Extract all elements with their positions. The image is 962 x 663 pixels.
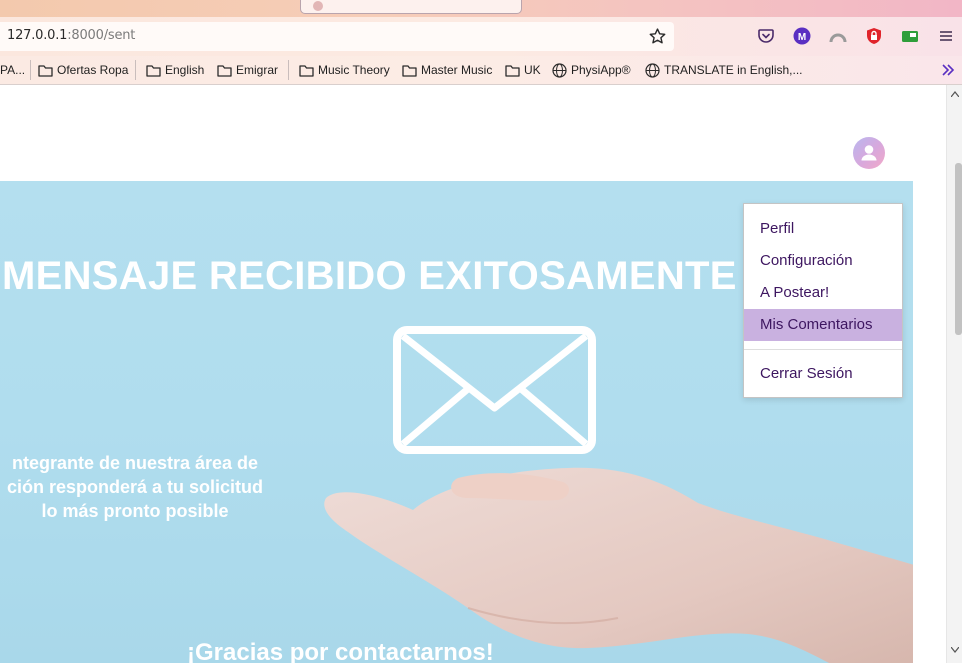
user-dropdown-menu: Perfil Configuración A Postear! Mis Come… <box>743 203 903 398</box>
bookmark-link[interactable]: PhysiApp® <box>552 62 631 78</box>
envelope-icon <box>393 326 596 454</box>
folder-icon <box>299 64 314 77</box>
bookmark-folder[interactable]: Emigrar <box>217 62 278 78</box>
double-chevron-right-icon[interactable] <box>940 62 956 78</box>
menu-item-cerrar-sesion[interactable]: Cerrar Sesión <box>744 358 902 390</box>
bookmark-folder[interactable]: English <box>146 62 204 78</box>
thanks-heading: ¡Gracias por contactarnos! <box>187 639 494 663</box>
bookmark-separator <box>135 60 136 80</box>
menu-divider <box>744 349 902 350</box>
url-text[interactable]: 127.0.0.1:8000/sent <box>7 28 135 43</box>
bookmark-folder[interactable]: Ofertas Ropa <box>38 62 128 78</box>
folder-icon <box>217 64 232 77</box>
bookmark-separator <box>30 60 31 80</box>
m-extension-icon[interactable]: M <box>793 27 811 45</box>
vertical-scrollbar[interactable] <box>946 85 962 663</box>
hero-message: ntegrante de nuestra área de ción respon… <box>0 451 280 523</box>
page-content: MENSAJE RECIBIDO EXITOSAMENTE ntegrante … <box>0 85 946 663</box>
menu-item-mis-comentarios[interactable]: Mis Comentarios <box>744 309 902 341</box>
menu-icon[interactable] <box>937 27 955 45</box>
bookmark-folder[interactable]: UK <box>505 62 541 78</box>
bookmark-folder[interactable]: Music Theory <box>299 62 390 78</box>
active-tab[interactable] <box>300 0 522 14</box>
folder-icon <box>505 64 520 77</box>
bookmark-label: TRANSLATE in English,... <box>664 63 803 77</box>
url-path: :8000/sent <box>67 28 136 43</box>
bookmark-label: Ofertas Ropa <box>57 63 129 77</box>
folder-icon <box>402 64 417 77</box>
bookmark-label: PhysiApp® <box>571 63 631 77</box>
globe-icon <box>645 62 660 78</box>
menu-item-configuracion[interactable]: Configuración <box>744 245 902 277</box>
bookmark-label: Master Music <box>421 63 493 77</box>
bookmark-folder[interactable]: PA... <box>0 62 25 78</box>
menu-item-perfil[interactable]: Perfil <box>744 213 902 245</box>
hero-message-line: ción responderá a tu solicitud <box>6 477 264 497</box>
scroll-up-arrow-icon[interactable] <box>951 91 959 97</box>
globe-icon <box>552 62 567 78</box>
bookmark-star-icon[interactable] <box>648 27 667 46</box>
user-icon <box>861 145 877 161</box>
bookmark-separator <box>288 60 289 80</box>
hero-message-line: lo más pronto posible <box>41 501 229 521</box>
navigation-toolbar: 127.0.0.1:8000/sent M <box>0 17 962 56</box>
bookmarks-toolbar: PA... Ofertas Ropa English Emigrar Music… <box>0 56 962 85</box>
shield-lock-icon[interactable] <box>865 27 883 45</box>
hero-message-line: ntegrante de nuestra área de <box>11 453 259 473</box>
url-host: 127.0.0.1 <box>7 28 68 43</box>
profile-arc-icon[interactable] <box>829 27 847 45</box>
scroll-down-arrow-icon[interactable] <box>951 647 959 653</box>
bookmark-label: English <box>165 63 205 77</box>
url-bar[interactable]: 127.0.0.1:8000/sent <box>0 22 674 51</box>
bookmark-label: UK <box>524 63 541 77</box>
menu-item-a-postear[interactable]: A Postear! <box>744 277 902 309</box>
tab-strip <box>0 0 962 17</box>
scroll-thumb[interactable] <box>955 163 962 335</box>
bookmark-link[interactable]: TRANSLATE in English,... <box>645 62 803 78</box>
pocket-icon[interactable] <box>757 27 775 45</box>
bookmark-label: Music Theory <box>318 63 390 77</box>
hero-title: MENSAJE RECIBIDO EXITOSAMENTE <box>2 254 737 298</box>
bookmark-label: PA... <box>0 63 26 77</box>
svg-text:M: M <box>798 32 806 43</box>
user-avatar[interactable] <box>853 137 885 169</box>
green-extension-icon[interactable] <box>901 27 919 45</box>
tab-favicon-icon <box>313 1 323 11</box>
bookmark-label: Emigrar <box>236 63 279 77</box>
hand-image <box>324 467 913 663</box>
folder-icon <box>38 64 53 77</box>
bookmark-folder[interactable]: Master Music <box>402 62 492 78</box>
folder-icon <box>146 64 161 77</box>
